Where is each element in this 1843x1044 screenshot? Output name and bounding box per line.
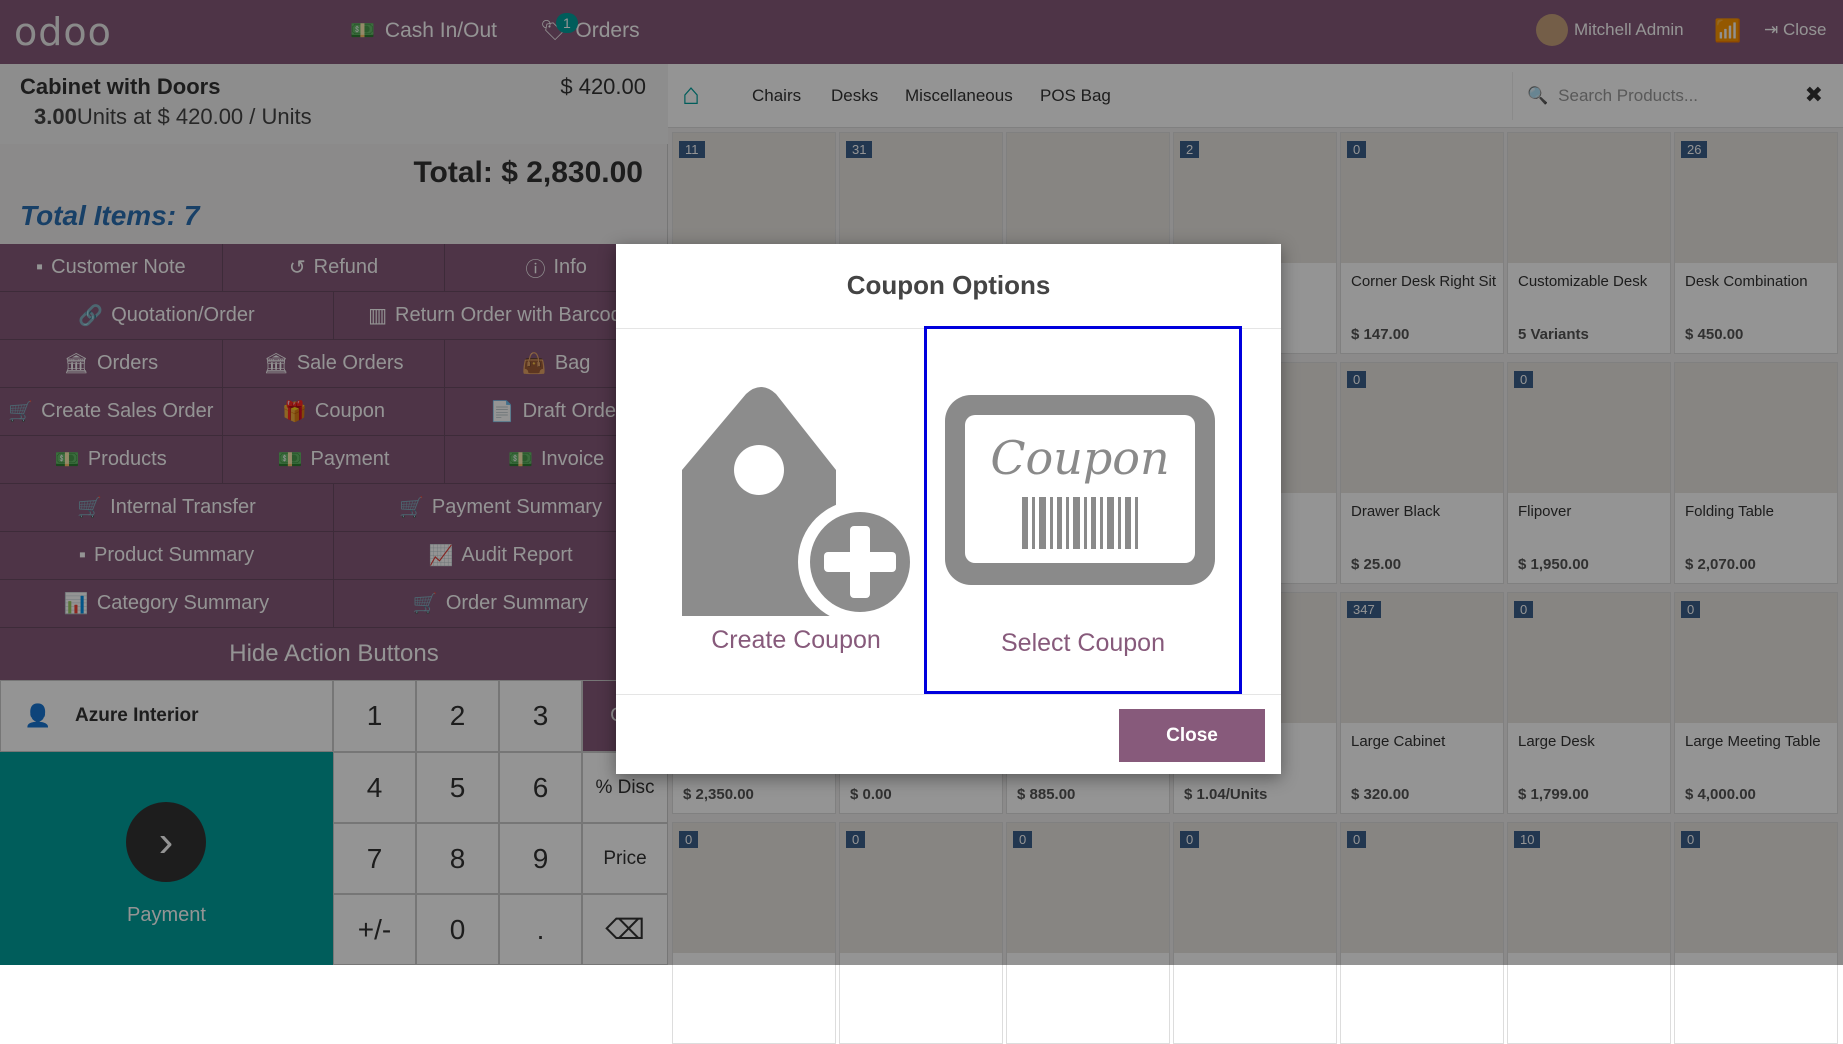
coupon-options-dialog: Coupon Options Create Coupon Coupon Sele…	[616, 244, 1281, 774]
dialog-title: Coupon Options	[846, 270, 1051, 300]
create-coupon-option[interactable]: Create Coupon	[666, 370, 926, 670]
select-coupon-option[interactable]: Coupon Select Coupon	[924, 326, 1242, 694]
create-coupon-label: Create Coupon	[711, 626, 881, 654]
close-dialog-button[interactable]: Close	[1119, 709, 1265, 762]
select-coupon-label: Select Coupon	[1000, 629, 1165, 657]
tag-plus-icon	[682, 387, 922, 624]
coupon-barcode-icon: Coupon	[945, 395, 1215, 585]
coupon-art-text: Coupon	[990, 431, 1169, 485]
dialog-footer	[616, 694, 1281, 695]
